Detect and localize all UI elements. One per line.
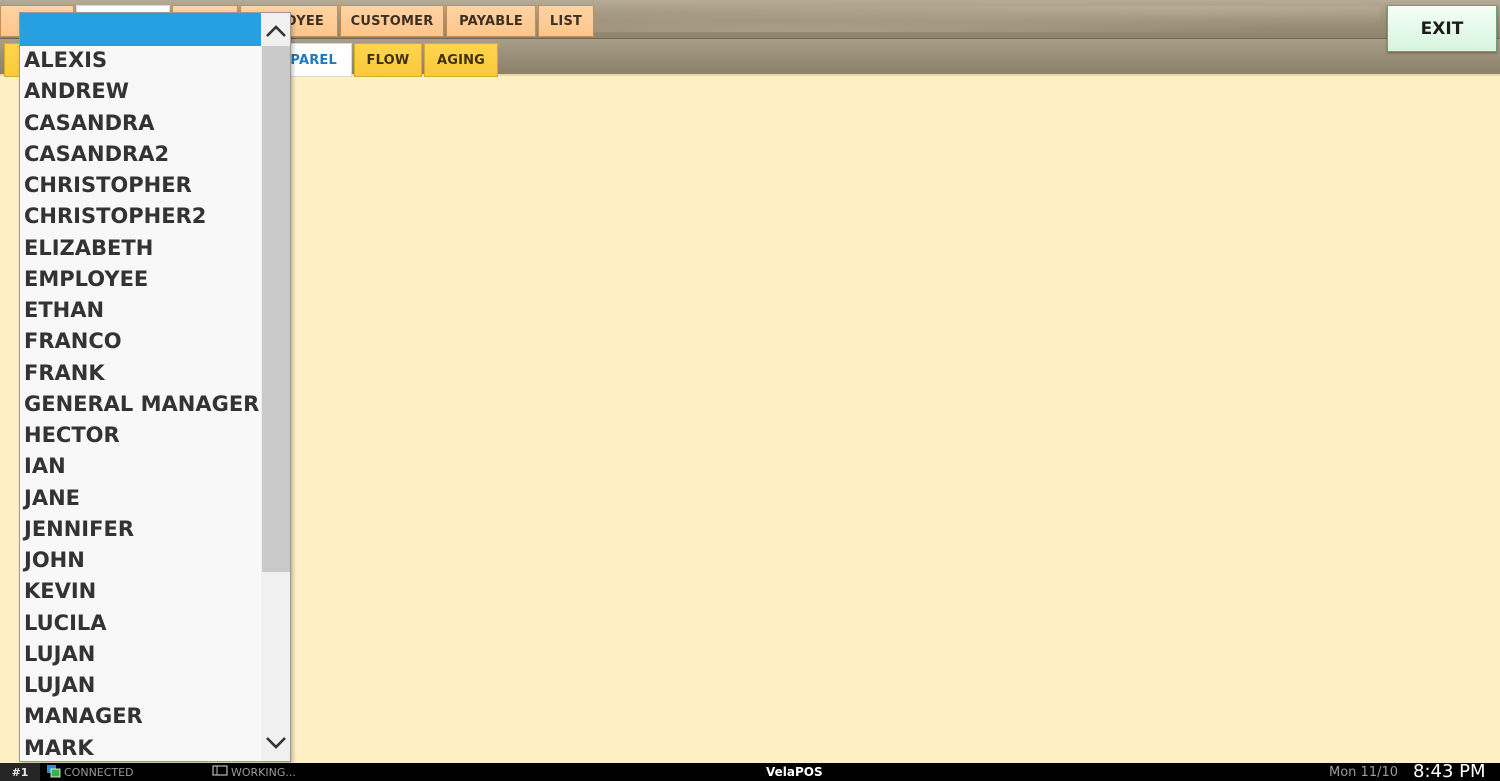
dropdown-item[interactable]: ELIZABETH	[20, 233, 261, 264]
terminal-badge: #1	[0, 763, 40, 781]
working-icon	[212, 765, 228, 779]
decorative-wave	[560, 6, 1380, 32]
dropdown-item[interactable]: JANE	[20, 483, 261, 514]
tab-customer[interactable]: CUSTOMER	[340, 5, 444, 37]
date-label: Mon 11/10	[1329, 765, 1399, 780]
dropdown-list: ALEXIS ANDREW CASANDRA CASANDRA2 CHRISTOPHER…	[20, 45, 261, 762]
subtab-flow[interactable]: FLOW	[354, 43, 422, 77]
dropdown-item[interactable]: LUCILA	[20, 608, 261, 639]
time-label: 8:43 PM	[1413, 761, 1486, 781]
dropdown-item[interactable]: LUJAN	[20, 639, 261, 670]
dropdown-item[interactable]: CHRISTOPHER2	[20, 201, 261, 232]
dropdown-item[interactable]: CASANDRA	[20, 108, 261, 139]
dropdown-item[interactable]: FRANK	[20, 358, 261, 389]
dropdown-item[interactable]: MARK	[20, 733, 261, 762]
connection-status: CONNECTED	[46, 763, 134, 781]
connection-label: CONNECTED	[64, 765, 134, 779]
employee-dropdown[interactable]: ALEXIS ANDREW CASANDRA CASANDRA2 CHRISTOPHER…	[19, 12, 291, 762]
dropdown-item[interactable]: KEVIN	[20, 576, 261, 607]
scrollbar-thumb[interactable]	[262, 46, 290, 572]
connected-icon	[46, 764, 61, 781]
chevron-up-icon[interactable]	[261, 15, 290, 47]
dropdown-item[interactable]: ANDREW	[20, 76, 261, 107]
dropdown-item[interactable]: MANAGER	[20, 701, 261, 732]
dropdown-item[interactable]: EMPLOYEE	[20, 264, 261, 295]
dropdown-selected-item[interactable]	[20, 13, 261, 46]
dropdown-scrollbar[interactable]	[261, 13, 290, 761]
exit-button[interactable]: EXIT	[1387, 5, 1497, 52]
dropdown-item[interactable]: ALEXIS	[20, 45, 261, 76]
dropdown-item[interactable]: CASANDRA2	[20, 139, 261, 170]
tab-list[interactable]: LIST	[538, 5, 594, 37]
dropdown-item[interactable]: ETHAN	[20, 295, 261, 326]
subtab-aging[interactable]: AGING	[424, 43, 498, 77]
dropdown-item[interactable]: HECTOR	[20, 420, 261, 451]
dropdown-item[interactable]: JENNIFER	[20, 514, 261, 545]
dropdown-item[interactable]: GENERAL MANAGER	[20, 389, 261, 420]
brand-label: Vela POS	[766, 765, 823, 779]
dropdown-item[interactable]: LUJAN	[20, 670, 261, 701]
dropdown-item[interactable]: CHRISTOPHER	[20, 170, 261, 201]
activity-status: WORKING...	[212, 763, 296, 781]
dropdown-item[interactable]: IAN	[20, 451, 261, 482]
activity-label: WORKING...	[231, 765, 296, 779]
status-bar: #1 CONNECTED WORKING... Vela POS Mon 11/1…	[0, 761, 1500, 781]
tab-payable[interactable]: PAYABLE	[446, 5, 536, 37]
chevron-down-icon[interactable]	[261, 727, 290, 759]
dropdown-item[interactable]: JOHN	[20, 545, 261, 576]
dropdown-item[interactable]: FRANCO	[20, 326, 261, 357]
